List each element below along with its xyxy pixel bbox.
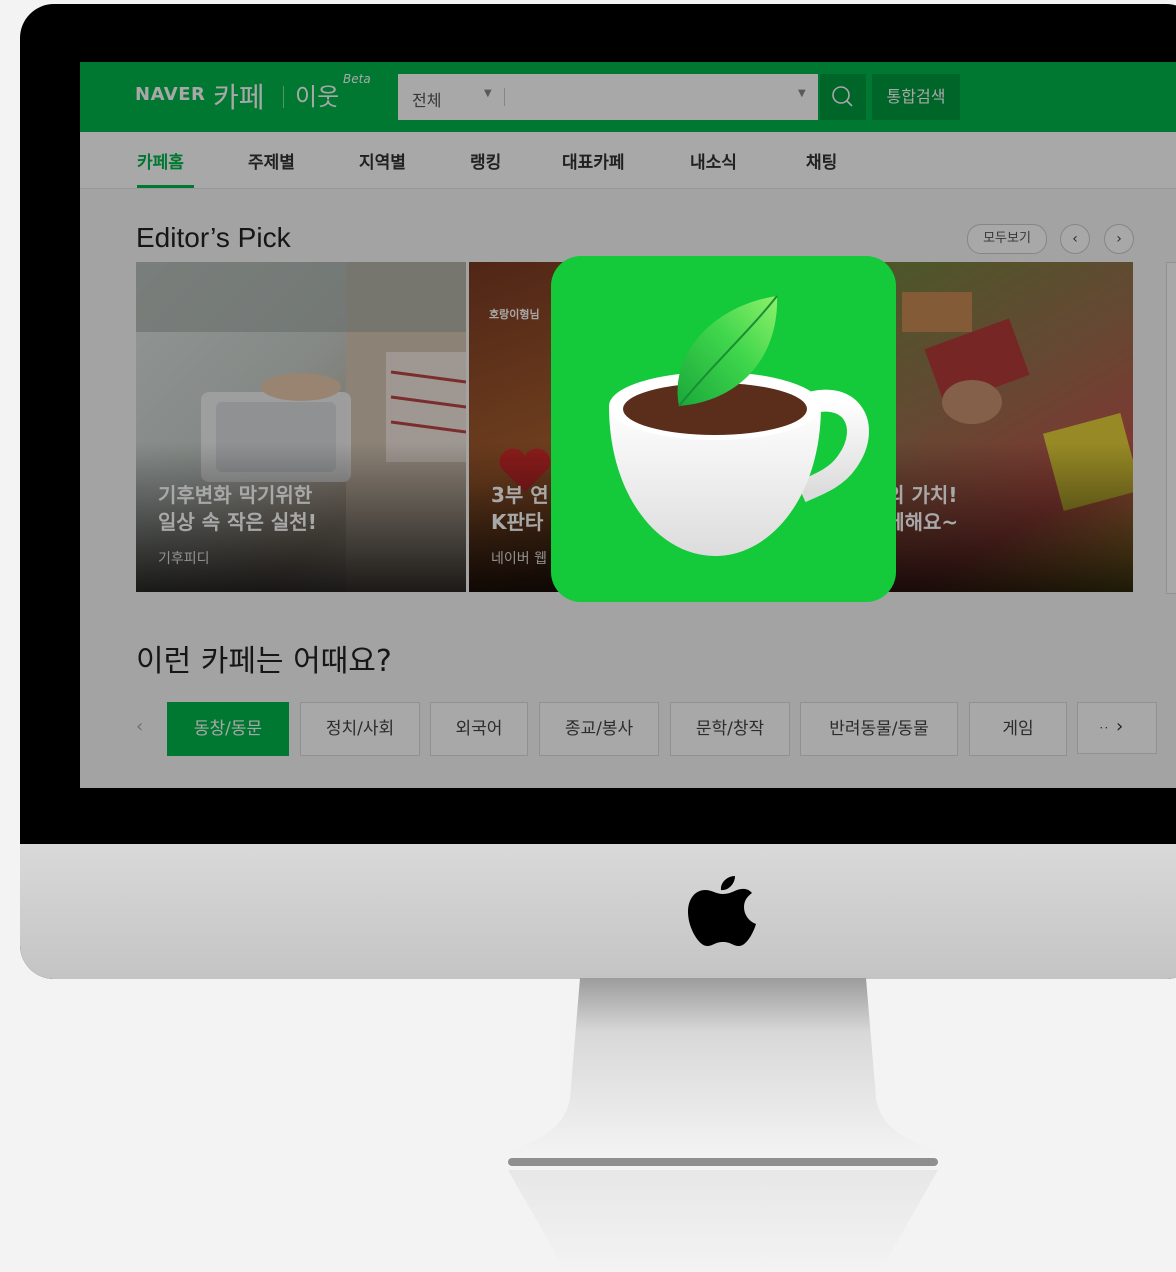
apple-logo-icon [688, 876, 756, 946]
coffee-cup-icon [609, 295, 869, 556]
monitor-chin [20, 844, 1176, 979]
naver-cafe-app-icon [551, 256, 896, 602]
monitor-stand [508, 978, 938, 1272]
